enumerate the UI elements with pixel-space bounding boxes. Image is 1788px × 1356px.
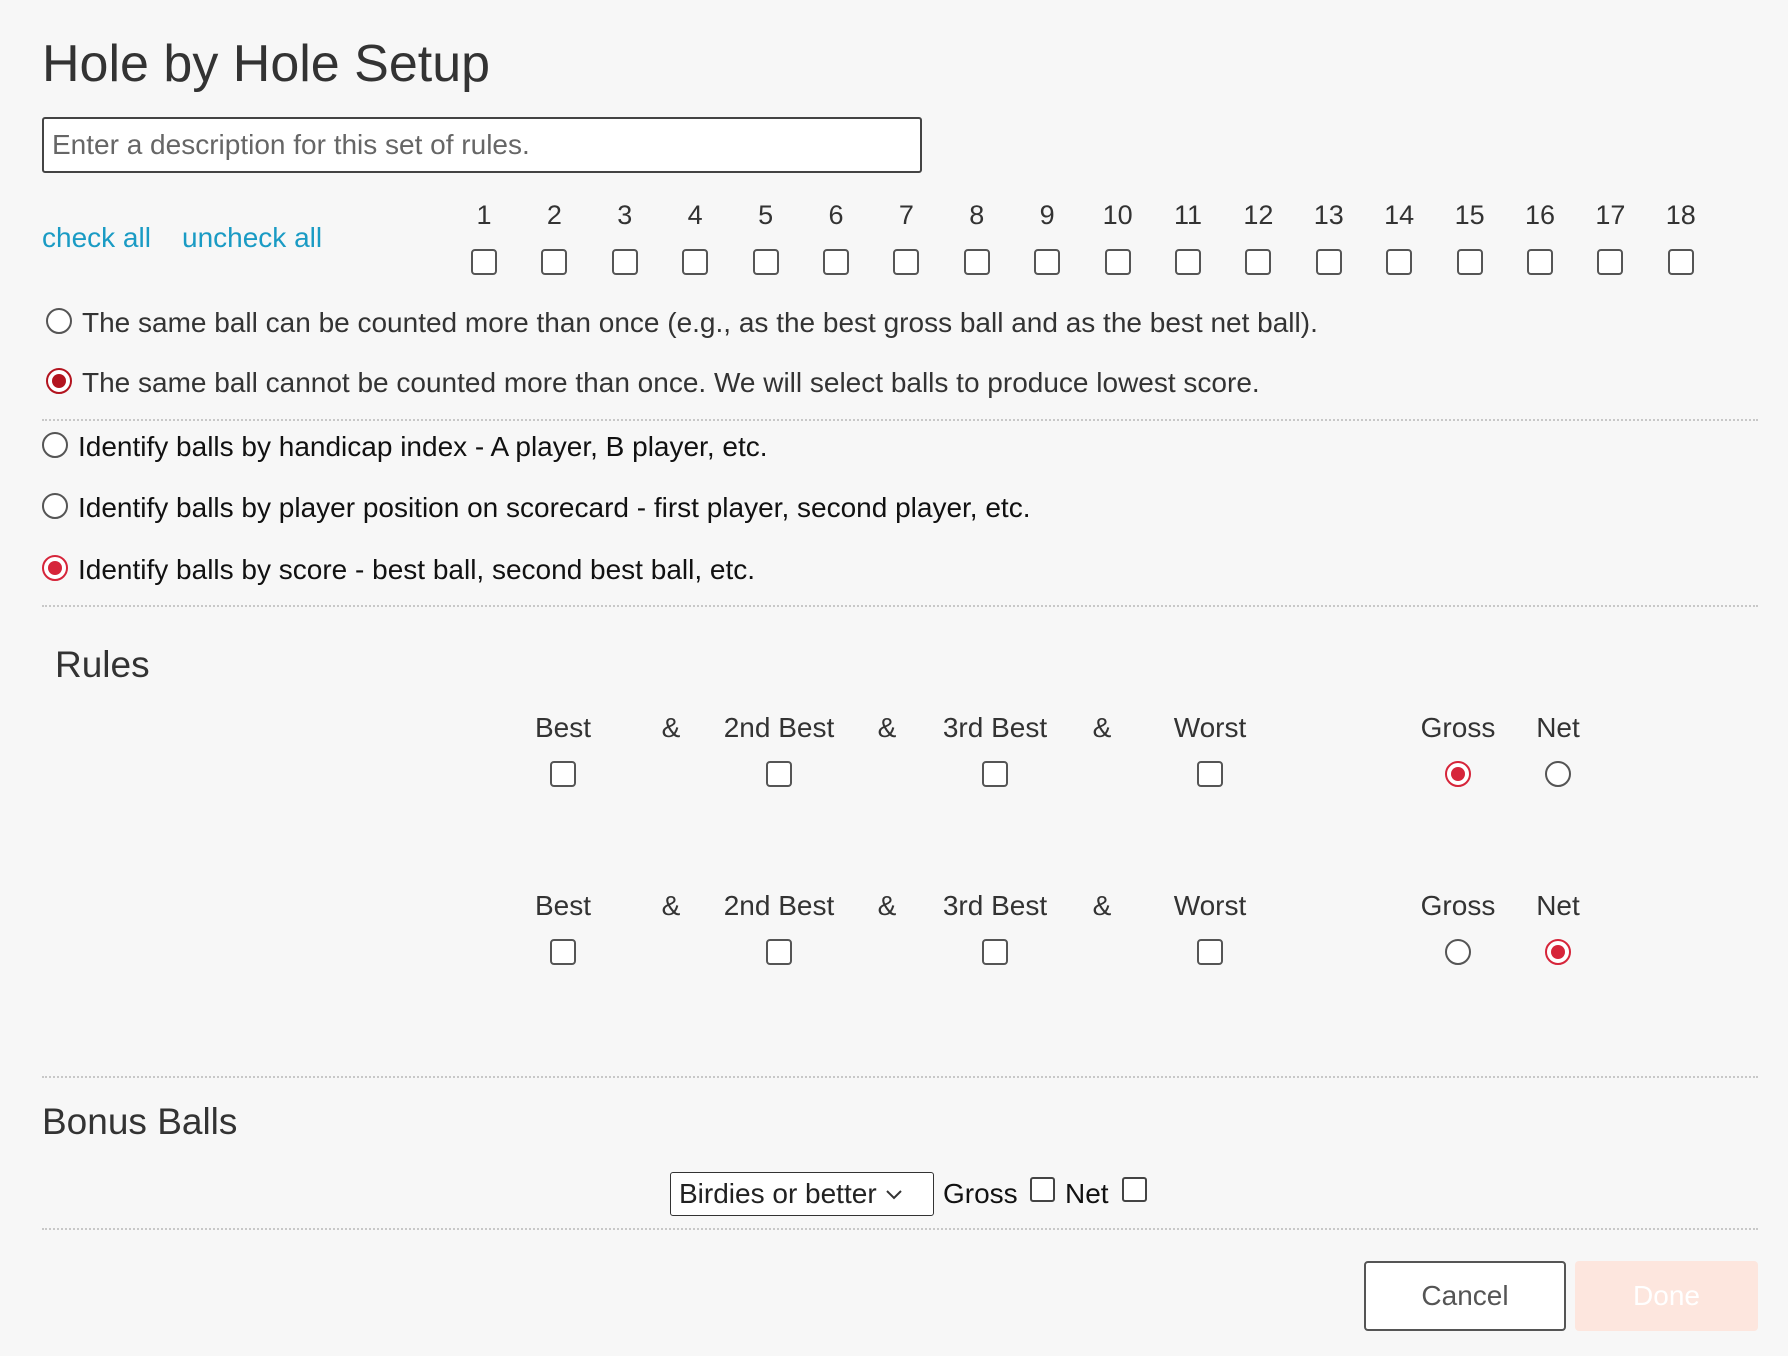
rule-third-checkbox[interactable] [982, 761, 1008, 787]
hole-number: 17 [1595, 200, 1626, 230]
hole-checkbox[interactable] [682, 249, 709, 275]
rule-worst-checkbox[interactable] [1197, 939, 1223, 965]
hole-number: 4 [687, 200, 703, 230]
rule-second-checkbox[interactable] [766, 761, 792, 787]
hole-number: 16 [1524, 200, 1556, 230]
hole-checkbox[interactable] [752, 249, 779, 275]
hole-checkbox[interactable] [963, 249, 990, 275]
rule-gross-radio[interactable] [1445, 761, 1471, 787]
hole-number: 12 [1243, 200, 1274, 230]
bonus-type-select[interactable]: Birdies or better [670, 1172, 934, 1216]
hole-number: 14 [1384, 200, 1415, 230]
hole-checkbox[interactable] [471, 249, 497, 275]
rule-net-label: Net [1536, 712, 1580, 743]
radio-count-once[interactable] [46, 368, 72, 394]
page-title: Hole by Hole Setup [42, 35, 491, 93]
rule-net-radio[interactable] [1545, 939, 1571, 965]
hole-number: 15 [1454, 200, 1485, 230]
check-all-link[interactable]: check all [42, 222, 151, 254]
rule-worst-label: Worst [1173, 890, 1247, 921]
done-button[interactable]: Done [1575, 1261, 1758, 1331]
hole-checkbox[interactable] [1104, 249, 1131, 275]
rule-best-checkbox[interactable] [550, 761, 576, 787]
hole-number: 6 [828, 200, 844, 230]
uncheck-all-link[interactable]: uncheck all [182, 222, 322, 254]
bonus-net-checkbox[interactable] [1122, 1177, 1147, 1202]
bonus-type-value: Birdies or better [679, 1178, 877, 1209]
chevron-down-icon [885, 1183, 903, 1206]
hole-number: 3 [617, 200, 633, 230]
hole-number: 7 [898, 200, 914, 230]
hole-checkbox[interactable] [1597, 249, 1624, 275]
option-count-more-than-once-label: The same ball can be counted more than o… [82, 307, 1318, 338]
option-identify-score-label: Identify balls by score - best ball, sec… [78, 554, 756, 585]
bonus-gross-checkbox[interactable] [1030, 1177, 1055, 1202]
radio-count-more-than-once[interactable] [46, 308, 72, 334]
radio-identify-position[interactable] [42, 493, 68, 519]
divider [42, 419, 1758, 421]
hole-checkbox[interactable] [1527, 249, 1553, 275]
radio-identify-score[interactable] [42, 555, 68, 581]
divider [42, 1228, 1758, 1230]
hole-number: 2 [546, 200, 562, 230]
hole-checkbox[interactable] [611, 249, 638, 275]
option-identify-handicap-label: Identify balls by handicap index - A pla… [78, 431, 768, 462]
hole-checkbox[interactable] [1175, 249, 1201, 275]
option-count-once-label: The same ball cannot be counted more tha… [82, 367, 1260, 398]
hole-number: 11 [1173, 200, 1203, 230]
rule-worst-checkbox[interactable] [1197, 761, 1223, 787]
option-identify-position-label: Identify balls by player position on sco… [78, 492, 1031, 523]
divider [42, 1076, 1758, 1078]
bonus-balls-heading: Bonus Balls [42, 1101, 238, 1142]
hole-number: 13 [1313, 200, 1344, 230]
hole-checkbox[interactable] [1315, 249, 1342, 275]
hole-checkbox[interactable] [1456, 249, 1483, 275]
hole-number: 1 [476, 200, 492, 230]
bonus-gross-label: Gross [943, 1178, 1018, 1209]
rule-worst-label: Worst [1173, 712, 1247, 743]
hole-checkbox[interactable] [893, 249, 920, 275]
hole-checkbox[interactable] [1386, 249, 1413, 275]
rule-third-checkbox[interactable] [982, 939, 1008, 965]
hole-number: 9 [1039, 200, 1055, 230]
rule-second-checkbox[interactable] [766, 939, 792, 965]
rule-net-radio[interactable] [1545, 761, 1571, 787]
hole-number: 10 [1102, 200, 1133, 230]
divider [42, 605, 1758, 607]
hole-checkbox[interactable] [541, 249, 568, 275]
hole-checkbox[interactable] [1034, 249, 1061, 275]
rules-heading: Rules [55, 644, 150, 685]
hole-checkbox[interactable] [823, 249, 849, 275]
hole-checkbox[interactable] [1667, 249, 1694, 275]
radio-identify-handicap[interactable] [42, 432, 68, 458]
hole-number: 8 [969, 200, 985, 230]
cancel-button[interactable]: Cancel [1364, 1261, 1566, 1331]
rules-description-input[interactable] [42, 117, 922, 173]
rule-best-checkbox[interactable] [550, 939, 576, 965]
rule-gross-radio[interactable] [1445, 939, 1471, 965]
hole-number: 5 [758, 200, 774, 230]
hole-number: 18 [1665, 200, 1696, 230]
rule-net-label: Net [1536, 890, 1580, 921]
hole-checkbox[interactable] [1245, 249, 1272, 275]
bonus-net-label: Net [1065, 1178, 1109, 1209]
